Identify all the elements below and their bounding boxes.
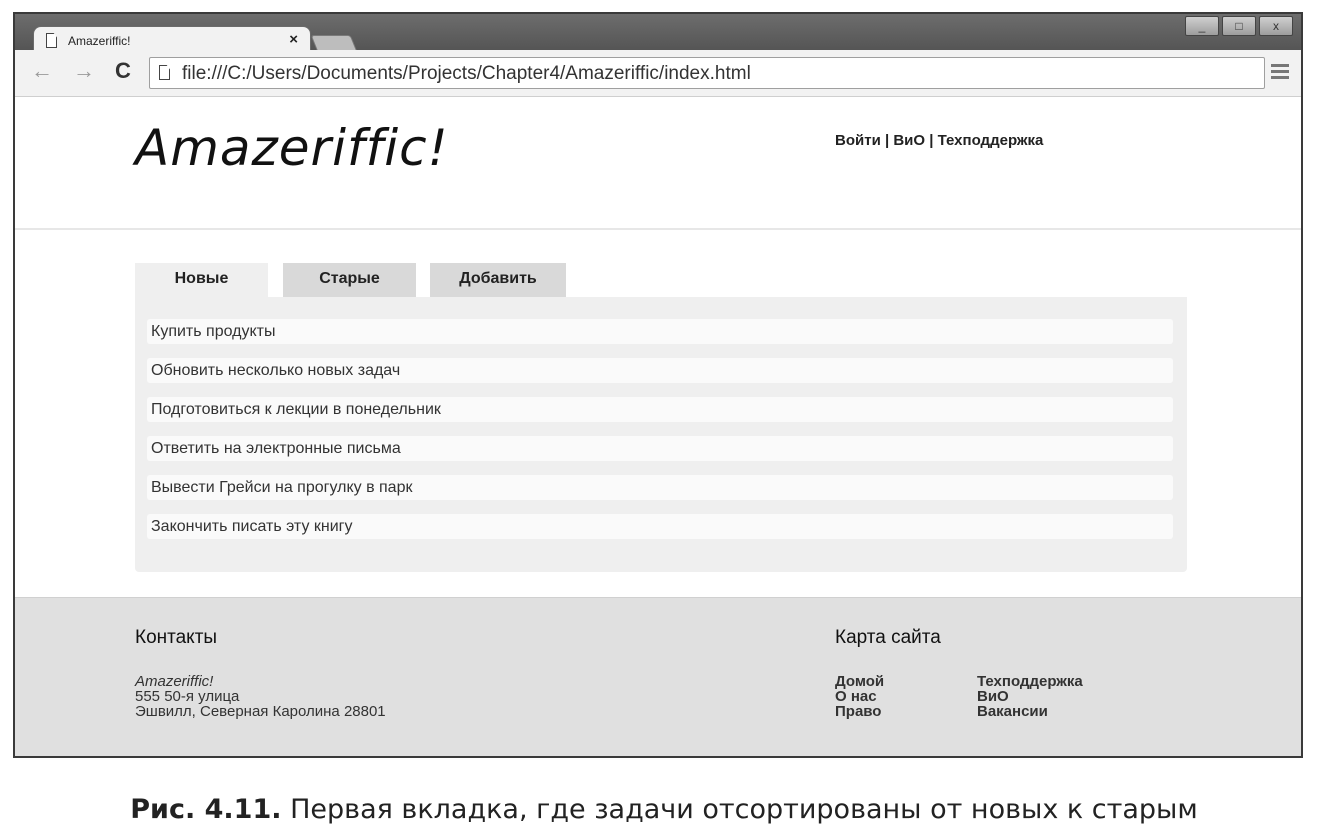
todo-item: Закончить писать эту книгу: [147, 514, 1173, 539]
site-logo[interactable]: Amazeriffic!: [135, 119, 449, 177]
maximize-button[interactable]: □: [1222, 16, 1256, 36]
page-icon: [159, 65, 170, 80]
sitemap-link-about[interactable]: О нас: [835, 689, 884, 704]
todo-item: Обновить несколько новых задач: [147, 358, 1173, 383]
tab-old[interactable]: Старые: [283, 263, 416, 297]
caption-text: Первая вкладка, где задачи отсортированы…: [281, 794, 1198, 825]
tab-close-button[interactable]: ×: [289, 31, 298, 48]
tab-content-panel: Купить продукты Обновить несколько новых…: [135, 297, 1187, 572]
header-divider: [15, 228, 1301, 230]
title-bar: Amazeriffic! × _ □ x: [15, 14, 1301, 54]
todo-item: Купить продукты: [147, 319, 1173, 344]
sitemap-column-2: Техподдержка ВиО Вакансии: [977, 674, 1083, 719]
todo-item: Вывести Грейси на прогулку в парк: [147, 475, 1173, 500]
tab-add[interactable]: Добавить: [430, 263, 566, 297]
footer: Контакты Amazeriffic! 555 50-я улица Эшв…: [15, 597, 1301, 756]
sitemap-link-home[interactable]: Домой: [835, 674, 884, 689]
todo-item: Ответить на электронные письма: [147, 436, 1173, 461]
tab-title: Amazeriffic!: [68, 34, 131, 48]
caption-label: Рис. 4.11.: [130, 794, 282, 825]
figure-caption: Рис. 4.11. Первая вкладка, где задачи от…: [0, 794, 1328, 825]
login-link[interactable]: Войти: [835, 132, 881, 149]
back-arrow-icon[interactable]: ←: [31, 58, 53, 84]
menu-icon[interactable]: [1271, 64, 1289, 82]
sitemap-link-jobs[interactable]: Вакансии: [977, 704, 1083, 719]
tab-new[interactable]: Новые: [135, 263, 268, 297]
sitemap-link-faq[interactable]: ВиО: [977, 689, 1083, 704]
contact-address-line2: Эшвилл, Северная Каролина 28801: [135, 703, 386, 720]
sitemap-link-legal[interactable]: Право: [835, 704, 884, 719]
faq-link[interactable]: ВиО: [893, 132, 925, 149]
page-icon: [46, 33, 57, 48]
browser-window: Amazeriffic! × _ □ x ← → C file:///C:/Us…: [13, 12, 1303, 758]
reload-icon[interactable]: C: [115, 58, 131, 84]
forward-arrow-icon[interactable]: →: [73, 58, 95, 84]
sitemap-link-support[interactable]: Техподдержка: [977, 674, 1083, 689]
url-text[interactable]: file:///C:/Users/Documents/Projects/Chap…: [182, 63, 751, 85]
contacts-heading: Контакты: [135, 627, 218, 648]
contacts-block: Amazeriffic! 555 50-я улица Эшвилл, Севе…: [135, 674, 386, 719]
close-window-button[interactable]: x: [1259, 16, 1293, 36]
browser-toolbar: ← → C file:///C:/Users/Documents/Project…: [15, 50, 1301, 97]
sitemap-heading: Карта сайта: [835, 627, 941, 648]
support-link[interactable]: Техподдержка: [938, 132, 1044, 149]
minimize-button[interactable]: _: [1185, 16, 1219, 36]
sitemap-column-1: Домой О нас Право: [835, 674, 884, 719]
header-links: Войти | ВиО | Техподдержка: [835, 132, 1043, 149]
separator: |: [925, 132, 938, 149]
window-controls: _ □ x: [1182, 16, 1293, 36]
contact-name: Amazeriffic!: [135, 673, 214, 690]
contact-address-line1: 555 50-я улица: [135, 688, 240, 705]
web-page: Amazeriffic! Войти | ВиО | Техподдержка …: [15, 97, 1301, 756]
address-bar[interactable]: file:///C:/Users/Documents/Projects/Chap…: [149, 57, 1265, 89]
todo-item: Подготовиться к лекции в понедельник: [147, 397, 1173, 422]
separator: |: [880, 132, 894, 149]
